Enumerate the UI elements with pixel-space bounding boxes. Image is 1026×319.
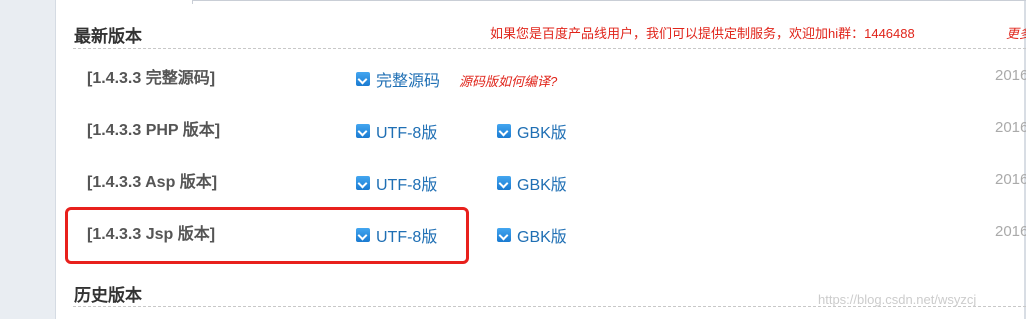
download-gbk-link[interactable]: GBK版	[497, 223, 567, 247]
release-row-php: [1.4.3.3 PHP 版本] UTF-8版 GBK版 2016	[73, 106, 1026, 158]
download-arrow-icon	[497, 124, 511, 138]
section-divider	[73, 48, 1026, 49]
history-version-heading: 历史版本	[74, 286, 142, 305]
latest-version-heading: 最新版本	[74, 27, 142, 46]
download-utf8-link[interactable]: UTF-8版	[356, 119, 437, 143]
download-link-label: GBK版	[517, 125, 567, 142]
download-arrow-icon	[356, 72, 370, 86]
release-title: [1.4.3.3 Asp 版本]	[87, 174, 218, 191]
tab-edge	[192, 0, 193, 4]
custom-service-notice: 如果您是百度产品线用户，我们可以提供定制服务，欢迎加hi群：1446488	[490, 26, 915, 41]
release-date: 2016	[995, 119, 1026, 136]
download-full-source-link[interactable]: 完整源码	[356, 67, 440, 91]
release-title: [1.4.3.3 PHP 版本]	[87, 122, 221, 139]
release-date: 2016	[995, 67, 1026, 84]
release-title: [1.4.3.3 完整源码]	[87, 70, 216, 87]
download-arrow-icon	[356, 124, 370, 138]
download-gbk-link[interactable]: GBK版	[497, 119, 567, 143]
download-gbk-link[interactable]: GBK版	[497, 171, 567, 195]
release-date: 2016	[995, 223, 1026, 240]
download-link-label: GBK版	[517, 229, 567, 246]
download-arrow-icon	[356, 176, 370, 190]
left-sidebar-strip	[0, 0, 56, 319]
more-link[interactable]: 更多	[1006, 23, 1026, 42]
watermark-text: https://blog.csdn.net/wsyzcj	[818, 292, 977, 307]
download-utf8-link[interactable]: UTF-8版	[356, 171, 437, 195]
tab-bar-bottom-border	[192, 0, 1026, 4]
download-link-label: 完整源码	[376, 73, 441, 90]
download-link-label: GBK版	[517, 177, 567, 194]
download-arrow-icon	[497, 176, 511, 190]
download-link-label: UTF-8版	[376, 125, 438, 142]
download-arrow-icon	[497, 228, 511, 242]
download-link-label: UTF-8版	[376, 177, 438, 194]
highlight-annotation-box	[65, 207, 469, 264]
release-date: 2016	[995, 171, 1026, 188]
how-to-compile-link[interactable]: 源码版如何编译?	[459, 71, 557, 90]
release-row-asp: [1.4.3.3 Asp 版本] UTF-8版 GBK版 2016	[73, 158, 1026, 210]
release-row-full-source: [1.4.3.3 完整源码] 完整源码 源码版如何编译? 2016	[73, 54, 1026, 106]
